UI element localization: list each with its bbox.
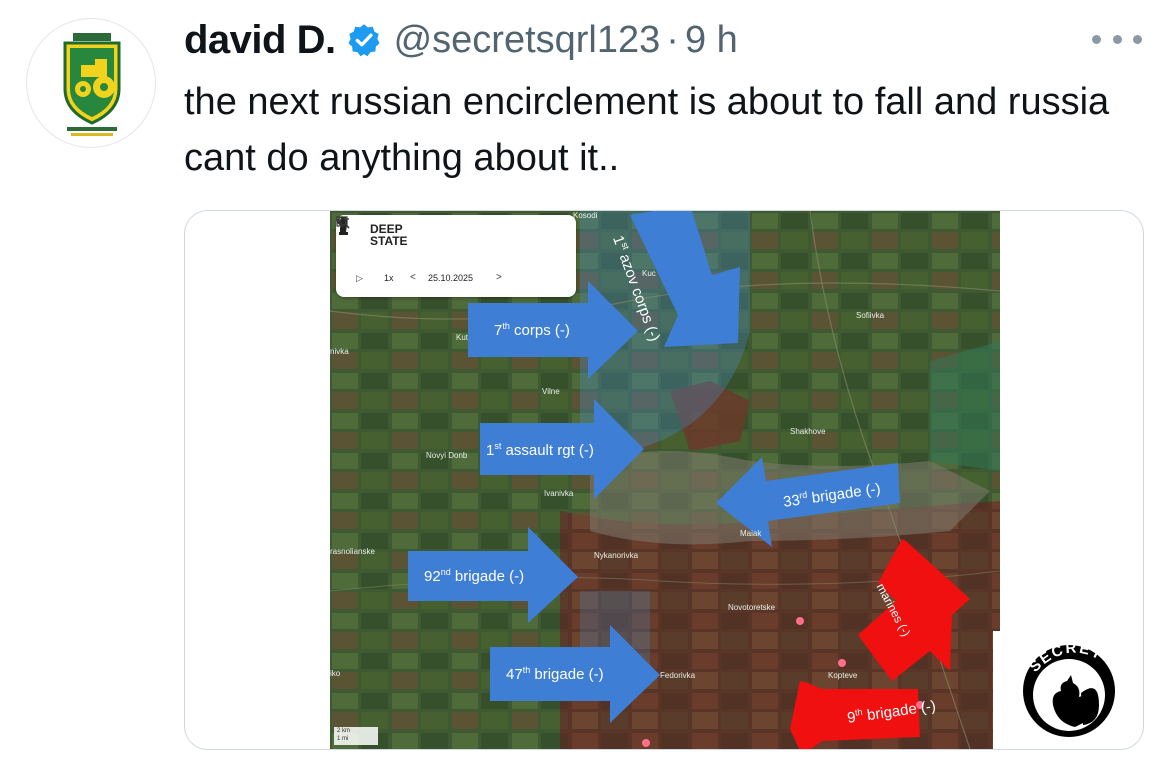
town-label: rasnolianske (330, 547, 375, 556)
author-name[interactable]: david D. (184, 18, 336, 63)
map-image: Kosodi Kuc Kut nivka Vilne Sofiivka Shak… (330, 211, 1000, 749)
date-label: 25.10.2025 (428, 273, 474, 283)
speed-label[interactable]: 1x (384, 273, 394, 283)
author-handle[interactable]: @secretsqrl123 (394, 19, 661, 62)
secret-text-arc: SECRET (1026, 639, 1106, 675)
town-label: Fedorivka (660, 671, 696, 680)
deepstate-panel: DEEP STATE ▷ 1x < 25.10.2025 > (336, 215, 576, 297)
town-label: Novyi Donb (426, 451, 468, 460)
compare-arrows-icon[interactable] (336, 215, 350, 227)
tweet-header: david D. @secretsqrl123 · 9 h (184, 12, 738, 68)
timestamp[interactable]: 9 h (685, 19, 738, 62)
map-scale: 2 km 1 mi (334, 727, 378, 745)
town-label: Kosodi (573, 211, 598, 220)
avatar[interactable] (26, 18, 156, 148)
town-label: Novotoretske (728, 603, 776, 612)
label-7th-corps: 7th corps (-) (494, 321, 570, 339)
play-button[interactable]: ▷ (356, 273, 363, 284)
town-label: Kuc (642, 269, 656, 278)
separator-dot: · (666, 18, 679, 61)
next-date-button[interactable]: > (496, 272, 502, 283)
watermark-text: SECRET (1026, 639, 1104, 675)
label-92nd-brigade: 92nd brigade (-) (424, 567, 525, 585)
tweet-text: the next russian encirclement is about t… (184, 81, 1110, 179)
town-label: Ivanivka (544, 489, 574, 498)
town-label: Shakhove (790, 427, 826, 436)
label-47th-brigade: 47th brigade (-) (506, 665, 604, 683)
label-1st-assault-rgt: 1st assault rgt (-) (486, 441, 594, 459)
town-label: Vilne (542, 387, 560, 396)
town-label: nivka (330, 347, 349, 356)
town-label: Sofiivka (856, 311, 885, 320)
town-label: Maiak (740, 529, 762, 538)
town-label: Nykanorivka (594, 551, 639, 560)
tractor-shield-icon (63, 33, 121, 136)
deepstate-title: DEEP STATE (370, 222, 408, 248)
town-label: Kut (456, 333, 469, 342)
town-label: Kopteve (828, 671, 858, 680)
svg-text:SECRET: SECRET (1026, 639, 1106, 675)
verified-badge-icon (347, 24, 380, 57)
town-label: iko (330, 669, 341, 678)
prev-date-button[interactable]: < (410, 272, 416, 283)
more-dots-icon[interactable] (1092, 24, 1142, 54)
tweet-media[interactable]: Kosodi Kuc Kut nivka Vilne Sofiivka Shak… (184, 210, 1144, 750)
